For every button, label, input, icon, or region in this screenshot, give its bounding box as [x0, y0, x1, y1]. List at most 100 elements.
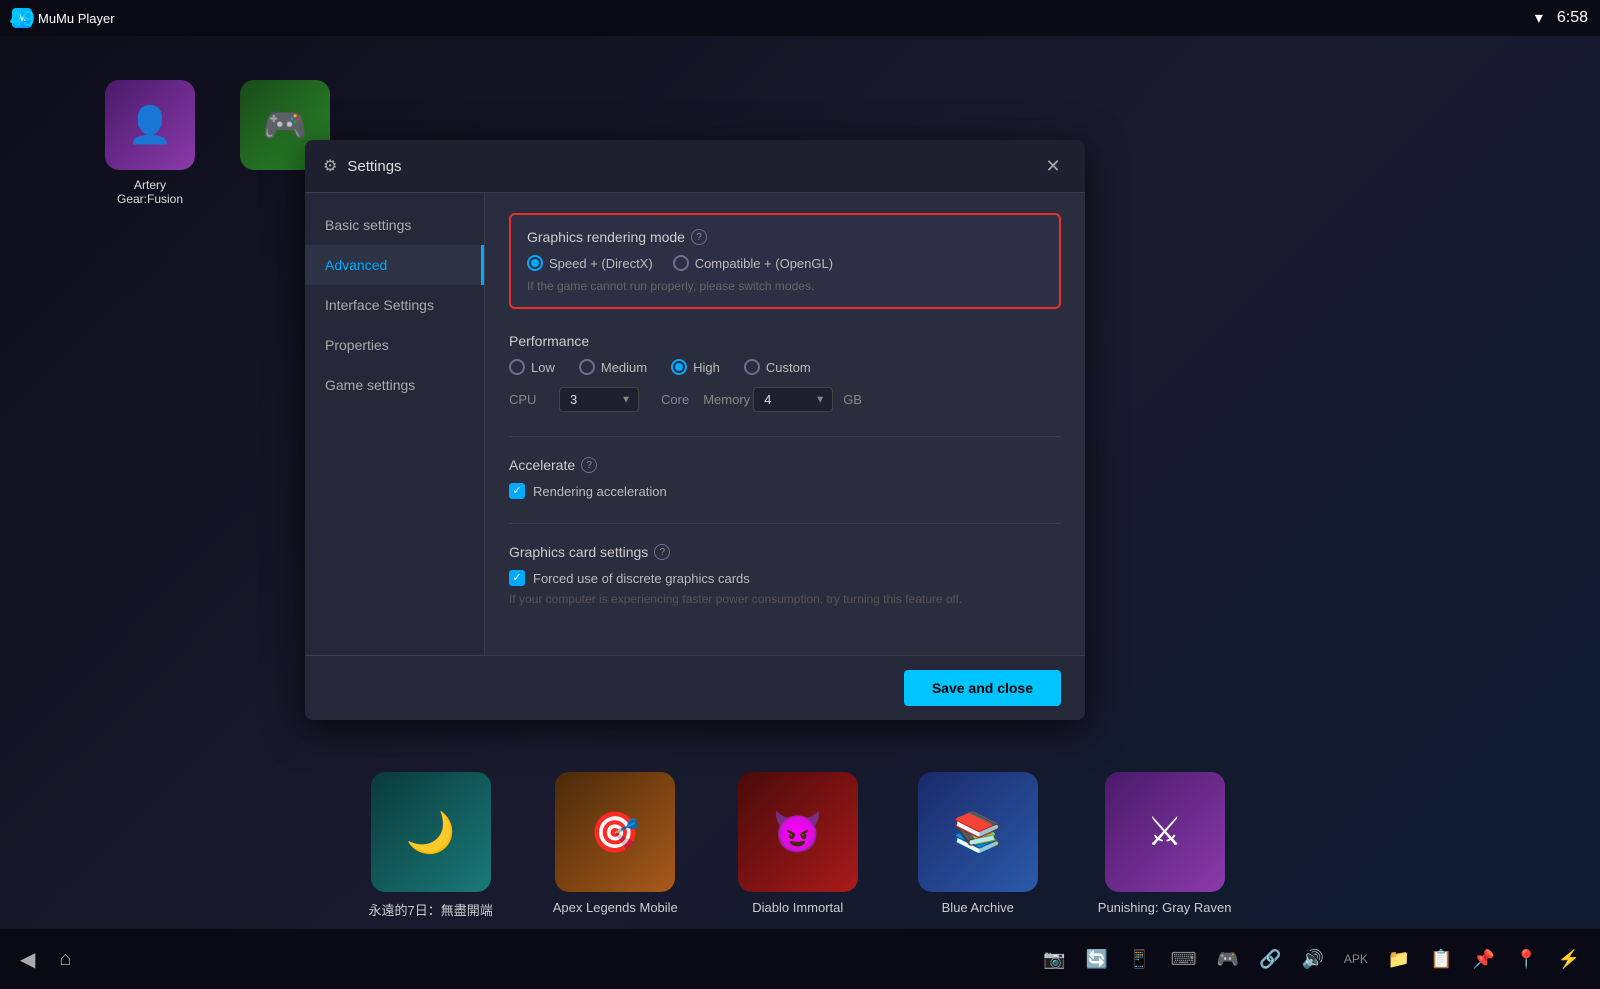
radio-custom-label: Custom	[766, 360, 811, 375]
game-item-punishing[interactable]: ⚔ Punishing: Gray Raven	[1098, 772, 1232, 919]
sidebar-item-basic[interactable]: Basic settings	[305, 205, 484, 245]
rotate-icon[interactable]: 🔄	[1086, 949, 1108, 970]
radio-medium-label: Medium	[601, 360, 647, 375]
taskbar-tools: 📷 🔄 📱 ⌨ 🎮 🔗 🔊 APK 📁 📋 📌 📍 ⚡	[1043, 949, 1580, 970]
game-item-diablo[interactable]: 😈 Diablo Immortal	[738, 772, 858, 919]
clipboard-icon[interactable]: 📋	[1430, 949, 1452, 970]
dialog-footer: Save and close	[305, 655, 1085, 720]
checkbox-check-icon: ✓	[512, 486, 521, 497]
performance-options: Low Medium High Custom	[509, 359, 1061, 375]
eternal-label: 永遠的7日：無盡開端	[369, 900, 493, 919]
location-icon[interactable]: 📍	[1515, 949, 1537, 970]
graphics-card-section: Graphics card settings ? ✓ Forced use of…	[509, 540, 1061, 610]
keyboard-icon[interactable]: ⌨	[1171, 949, 1197, 970]
performance-title: Performance	[509, 333, 1061, 349]
settings-gear-icon: ⚙	[323, 156, 337, 176]
radio-speed-directx[interactable]: Speed + (DirectX)	[527, 255, 653, 271]
graphics-rendering-help-icon[interactable]: ?	[691, 229, 707, 245]
dialog-titlebar: ⚙ Settings ✕	[305, 140, 1085, 193]
punishing-img: ⚔	[1105, 772, 1225, 892]
memory-select[interactable]: 4 2 6 8	[753, 387, 833, 412]
top-games-row: 👤 Artery Gear:Fusion 🎮	[100, 80, 330, 206]
force-discrete-row[interactable]: ✓ Forced use of discrete graphics cards	[509, 570, 1061, 586]
back-icon[interactable]: ◀	[20, 947, 35, 972]
dialog-title: Settings	[347, 158, 1029, 175]
volume-icon[interactable]: 🔊	[1301, 949, 1323, 970]
desktop: M MuMu Player ▾ 6:58 49 👤 Artery Gear:Fu…	[0, 0, 1600, 989]
radio-medium-circle	[579, 359, 595, 375]
game-icon-artery[interactable]: 👤 Artery Gear:Fusion	[100, 80, 200, 206]
sidebar-item-game[interactable]: Game settings	[305, 365, 484, 405]
graphics-rendering-title: Graphics rendering mode ?	[527, 229, 1043, 245]
home-icon[interactable]: ⌂	[59, 948, 71, 971]
diablo-label: Diablo Immortal	[752, 900, 843, 915]
radio-speed-label: Speed + (DirectX)	[549, 256, 653, 271]
sidebar-item-advanced[interactable]: Advanced	[305, 245, 484, 285]
bluearchive-label: Blue Archive	[942, 900, 1014, 915]
radio-high[interactable]: High	[671, 359, 720, 375]
cpu-label: CPU	[509, 392, 549, 407]
graphics-rendering-section: Graphics rendering mode ? Speed + (Direc…	[509, 213, 1061, 309]
radio-high-label: High	[693, 360, 720, 375]
settings-dialog: ⚙ Settings ✕ Basic settings Advanced Int…	[305, 140, 1085, 720]
cpu-select[interactable]: 3 1 2 4	[559, 387, 639, 412]
game-item-apex[interactable]: 🎯 Apex Legends Mobile	[553, 772, 678, 919]
radio-low-label: Low	[531, 360, 555, 375]
accelerate-title: Accelerate ?	[509, 457, 1061, 473]
radio-speed-circle	[527, 255, 543, 271]
radio-custom[interactable]: Custom	[744, 359, 811, 375]
rendering-acceleration-checkbox[interactable]: ✓	[509, 483, 525, 499]
wifi-icon: ▾	[1535, 8, 1543, 28]
apex-label: Apex Legends Mobile	[553, 900, 678, 915]
graphics-rendering-options: Speed + (DirectX) Compatible + (OpenGL)	[527, 255, 1043, 271]
dialog-close-button[interactable]: ✕	[1039, 152, 1067, 180]
accelerate-help-icon[interactable]: ?	[581, 457, 597, 473]
cpu-select-wrapper: 3 1 2 4 ▼	[559, 387, 639, 412]
graphics-rendering-hint: If the game cannot run properly, please …	[527, 279, 1043, 293]
folder-icon[interactable]: 📁	[1388, 949, 1410, 970]
apk-icon[interactable]: APK	[1344, 952, 1368, 966]
sidebar-item-interface[interactable]: Interface Settings	[305, 285, 484, 325]
eternal-img: 🌙	[371, 772, 491, 892]
bottom-games-row: 🌙 永遠的7日：無盡開端 🎯 Apex Legends Mobile 😈 Dia…	[0, 772, 1600, 919]
divider-2	[509, 523, 1061, 524]
performance-section: Performance Low Medium Hig	[509, 329, 1061, 416]
radio-compatible-opengl[interactable]: Compatible + (OpenGL)	[673, 255, 833, 271]
graphics-card-hint: If your computer is experiencing faster …	[509, 592, 1061, 606]
gb-unit: GB	[843, 392, 862, 407]
radio-low[interactable]: Low	[509, 359, 555, 375]
pin-icon[interactable]: 📌	[1473, 949, 1495, 970]
radio-custom-circle	[744, 359, 760, 375]
core-label: Core	[661, 392, 689, 407]
graphics-card-help-icon[interactable]: ?	[654, 544, 670, 560]
rendering-acceleration-row[interactable]: ✓ Rendering acceleration	[509, 483, 1061, 499]
save-close-button[interactable]: Save and close	[904, 670, 1061, 706]
diablo-img: 😈	[738, 772, 858, 892]
share-icon[interactable]: 🔗	[1259, 949, 1281, 970]
memory-label: Memory	[703, 392, 743, 407]
memory-select-wrapper: 4 2 6 8 ▼	[753, 387, 833, 412]
phone-icon[interactable]: 📱	[1128, 949, 1150, 970]
graphics-card-title: Graphics card settings ?	[509, 544, 1061, 560]
game-item-bluearchive[interactable]: 📚 Blue Archive	[918, 772, 1038, 919]
taskbar-right: ▾ 6:58	[1535, 8, 1588, 28]
force-discrete-label: Forced use of discrete graphics cards	[533, 571, 750, 586]
force-check-icon: ✓	[512, 573, 521, 584]
app-badge-number: 49	[10, 6, 34, 32]
screenshot-icon[interactable]: 📷	[1043, 949, 1065, 970]
game-item-eternal[interactable]: 🌙 永遠的7日：無盡開端	[369, 772, 493, 919]
accelerate-section: Accelerate ? ✓ Rendering acceleration	[509, 453, 1061, 503]
rendering-acceleration-label: Rendering acceleration	[533, 484, 667, 499]
sidebar-item-properties[interactable]: Properties	[305, 325, 484, 365]
radio-compatible-circle	[673, 255, 689, 271]
dialog-sidebar: Basic settings Advanced Interface Settin…	[305, 193, 485, 655]
clock: 6:58	[1557, 9, 1588, 27]
apex-img: 🎯	[555, 772, 675, 892]
force-discrete-checkbox[interactable]: ✓	[509, 570, 525, 586]
radio-medium[interactable]: Medium	[579, 359, 647, 375]
power-icon[interactable]: ⚡	[1558, 949, 1580, 970]
taskbar-bottom: ◀ ⌂ 📷 🔄 📱 ⌨ 🎮 🔗 🔊 APK 📁 📋 📌 📍 ⚡	[0, 929, 1600, 989]
gamepad-icon[interactable]: 🎮	[1217, 949, 1239, 970]
app-name: MuMu Player	[38, 11, 115, 26]
radio-compatible-label: Compatible + (OpenGL)	[695, 256, 833, 271]
